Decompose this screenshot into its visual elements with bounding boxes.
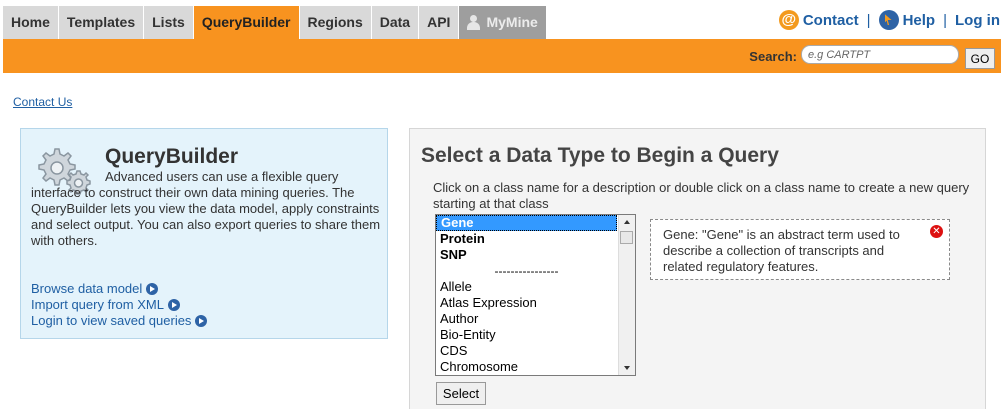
select-button[interactable]: Select bbox=[436, 382, 486, 405]
class-option[interactable]: Bio-Entity bbox=[436, 327, 635, 343]
login-saved-queries-link[interactable]: Login to view saved queries bbox=[31, 313, 191, 329]
querybuilder-info-panel: QueryBuilder Advanced users can use a fl… bbox=[20, 128, 388, 339]
nav-tabs: Home Templates Lists QueryBuilder Region… bbox=[3, 6, 547, 39]
browse-data-model-link[interactable]: Browse data model bbox=[31, 281, 142, 297]
help-icon bbox=[878, 10, 899, 30]
link-separator: | bbox=[943, 11, 947, 29]
listbox-scrollbar[interactable] bbox=[618, 215, 635, 375]
login-link[interactable]: Log in bbox=[955, 12, 1000, 29]
class-option[interactable]: Author bbox=[436, 311, 635, 327]
user-icon bbox=[467, 15, 481, 30]
class-description-text: Gene: "Gene" is an abstract term used to… bbox=[663, 227, 900, 274]
close-icon[interactable]: ✕ bbox=[930, 225, 943, 238]
import-query-link[interactable]: Import query from XML bbox=[31, 297, 164, 313]
help-link[interactable]: Help bbox=[903, 12, 936, 29]
panel-title: QueryBuilder bbox=[105, 145, 239, 168]
class-option[interactable]: Atlas Expression bbox=[436, 295, 635, 311]
go-button[interactable]: GO bbox=[965, 48, 995, 69]
search-input[interactable] bbox=[801, 45, 959, 64]
scroll-thumb[interactable] bbox=[620, 231, 633, 244]
tab-data[interactable]: Data bbox=[371, 6, 420, 39]
data-type-title: Select a Data Type to Begin a Query bbox=[421, 144, 779, 167]
panel-links: Browse data model Import query from XML … bbox=[31, 281, 208, 329]
class-list-divider: ---------------- bbox=[494, 264, 559, 278]
top-navigation: Home Templates Lists QueryBuilder Region… bbox=[0, 0, 1004, 39]
top-links: @ Contact | Help | Log in bbox=[778, 10, 1000, 30]
class-listbox[interactable]: Gene Protein SNP ---------------- Allele… bbox=[435, 214, 636, 376]
tab-mymine[interactable]: MyMine bbox=[459, 6, 547, 39]
contact-link[interactable]: Contact bbox=[803, 12, 859, 29]
tab-mymine-label: MyMine bbox=[486, 14, 538, 30]
contact-us-link[interactable]: Contact Us bbox=[13, 95, 72, 109]
panel-description: Advanced users can use a flexible query … bbox=[31, 169, 381, 248]
class-option-protein[interactable]: Protein bbox=[436, 231, 635, 247]
class-option-snp[interactable]: SNP bbox=[436, 247, 635, 263]
search-bar: Search: GO bbox=[3, 39, 1001, 73]
tab-regions[interactable]: Regions bbox=[299, 6, 372, 39]
tab-lists[interactable]: Lists bbox=[144, 6, 194, 39]
tab-templates[interactable]: Templates bbox=[58, 6, 145, 39]
tab-api[interactable]: API bbox=[419, 6, 460, 39]
class-option-gene[interactable]: Gene bbox=[436, 215, 617, 231]
class-option[interactable]: Chromosome bbox=[436, 359, 635, 375]
arrow-right-icon bbox=[195, 315, 208, 327]
tab-querybuilder[interactable]: QueryBuilder bbox=[193, 6, 300, 39]
arrow-right-icon bbox=[146, 283, 159, 295]
tab-home[interactable]: Home bbox=[3, 6, 59, 39]
data-type-instructions: Click on a class name for a description … bbox=[433, 180, 970, 211]
at-icon: @ bbox=[778, 10, 799, 30]
class-option[interactable]: Allele bbox=[436, 279, 635, 295]
scroll-down-arrow-icon[interactable] bbox=[619, 361, 635, 375]
class-option[interactable]: CDS bbox=[436, 343, 635, 359]
arrow-right-icon bbox=[167, 299, 180, 311]
link-separator: | bbox=[866, 11, 871, 29]
class-description-box: Gene: "Gene" is an abstract term used to… bbox=[650, 219, 950, 280]
scroll-up-arrow-icon[interactable] bbox=[619, 215, 635, 229]
data-type-panel: Select a Data Type to Begin a Query Clic… bbox=[409, 128, 986, 409]
search-label: Search: bbox=[749, 49, 797, 64]
